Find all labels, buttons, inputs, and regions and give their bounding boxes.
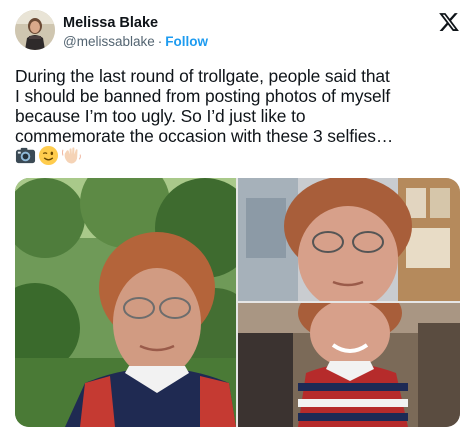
- tweet-text: During the last round of trollgate, peop…: [15, 66, 467, 146]
- tweet-line: I should be banned from posting photos o…: [15, 86, 391, 106]
- winking-face-icon: [38, 145, 59, 166]
- avatar[interactable]: [15, 10, 55, 50]
- waving-hand-icon: [61, 147, 81, 164]
- author-handle[interactable]: @melissablake: [63, 34, 155, 49]
- tweet-line: commemorate the occasion with these 3 se…: [15, 126, 394, 146]
- camera-icon: [15, 147, 36, 164]
- tweet-line: During the last round of trollgate, peop…: [15, 66, 390, 86]
- x-logo-icon[interactable]: [438, 11, 460, 33]
- author-handle-row: @melissablake · Follow: [63, 33, 208, 50]
- emoji-row: [15, 145, 82, 167]
- photo-selfie-office[interactable]: [238, 178, 460, 301]
- photo-selfie-smiling[interactable]: [238, 303, 460, 427]
- tweet-line: because I’m too ugly. So I’d just like t…: [15, 106, 306, 126]
- photo-selfie-garden[interactable]: [15, 178, 236, 427]
- follow-button[interactable]: Follow: [165, 34, 208, 49]
- author-display-name[interactable]: Melissa Blake: [63, 14, 158, 32]
- tweet-card: Melissa Blake @melissablake · Follow Durin…: [0, 0, 474, 431]
- handle-separator: ·: [157, 34, 163, 49]
- media-grid[interactable]: [15, 178, 460, 427]
